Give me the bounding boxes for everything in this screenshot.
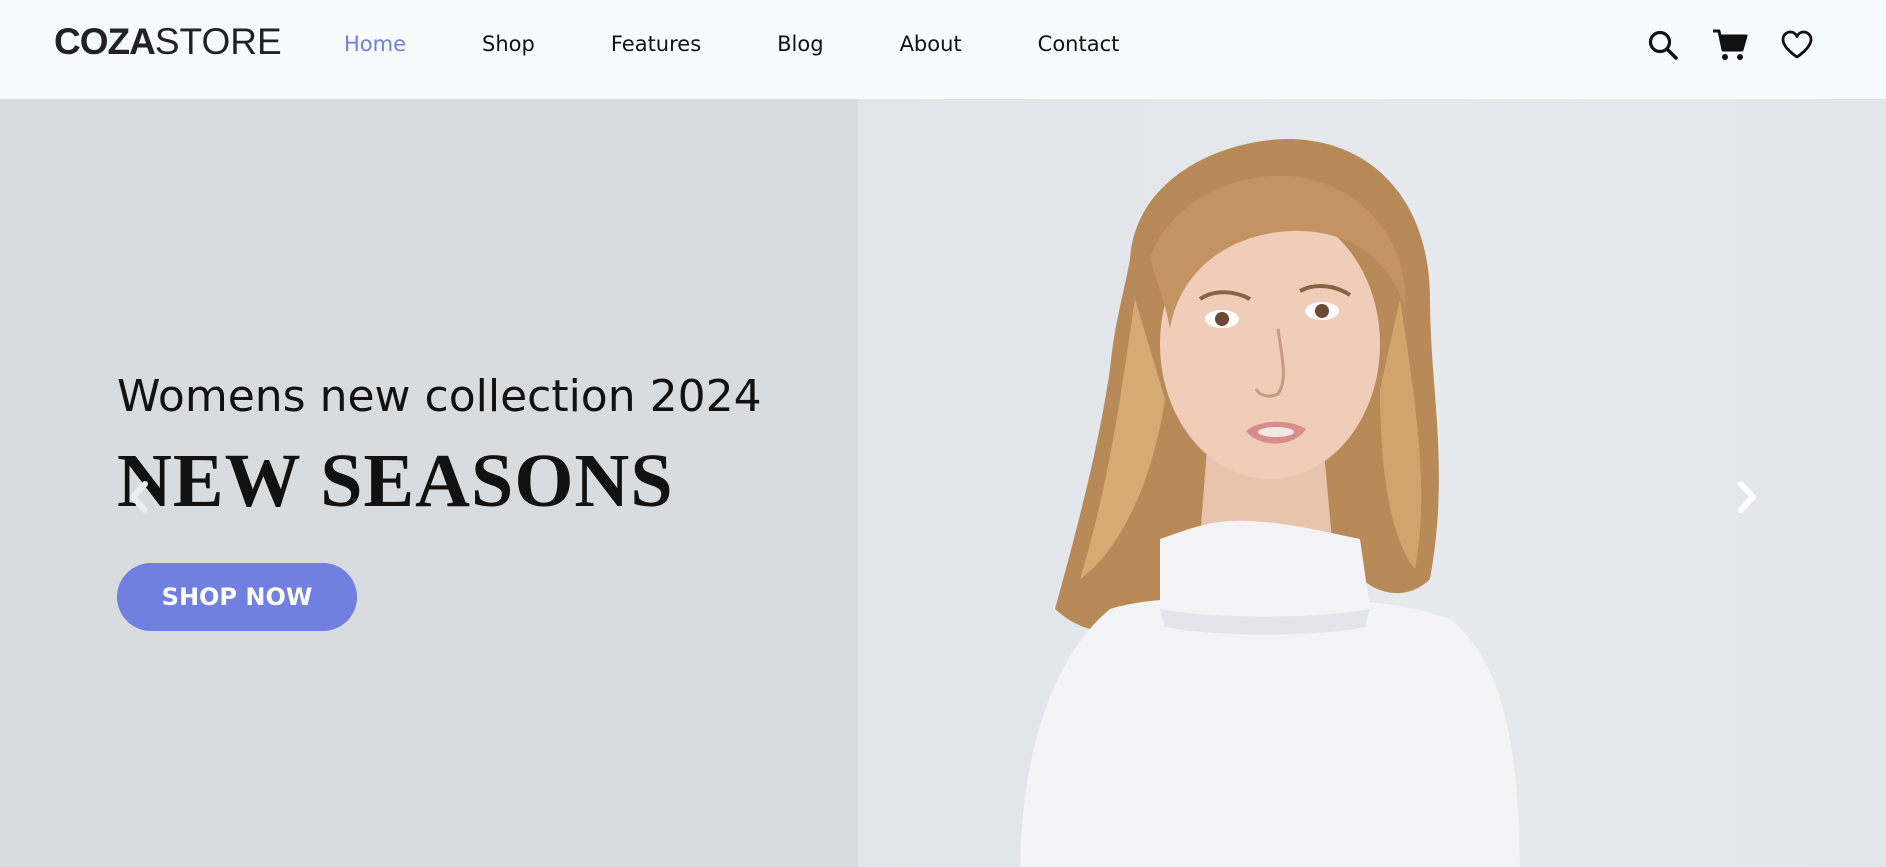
nav-features[interactable]: Features (611, 28, 701, 60)
search-icon[interactable] (1644, 26, 1682, 64)
nav-blog[interactable]: Blog (777, 28, 823, 60)
logo-strong-text: COZA (54, 21, 156, 62)
hero-subtitle: Womens new collection 2024 (117, 371, 762, 422)
chevron-right-icon[interactable] (1727, 477, 1767, 517)
nav-about[interactable]: About (900, 28, 962, 60)
shop-now-button[interactable]: SHOP NOW (117, 563, 357, 631)
hero-slider: Womens new collection 2024 NEW SEASONS S… (0, 99, 1886, 867)
logo[interactable]: COZASTORE (54, 22, 282, 62)
nav-home[interactable]: Home (344, 28, 406, 60)
header-icons (1615, 26, 1816, 64)
hero-model-image (1020, 139, 1520, 867)
hero-title: NEW SEASONS (117, 439, 674, 523)
heart-icon[interactable] (1778, 26, 1816, 64)
hero-content: Womens new collection 2024 NEW SEASONS S… (117, 371, 762, 631)
logo-light-text: STORE (154, 21, 282, 62)
cart-icon[interactable] (1711, 26, 1749, 64)
site-header: COZASTORE Home Shop Features Blog About … (0, 0, 1886, 99)
chevron-left-icon[interactable] (119, 477, 159, 517)
nav-contact[interactable]: Contact (1038, 28, 1120, 60)
nav-shop[interactable]: Shop (482, 28, 535, 60)
main-nav: Home Shop Features Blog About Contact (344, 28, 1195, 60)
